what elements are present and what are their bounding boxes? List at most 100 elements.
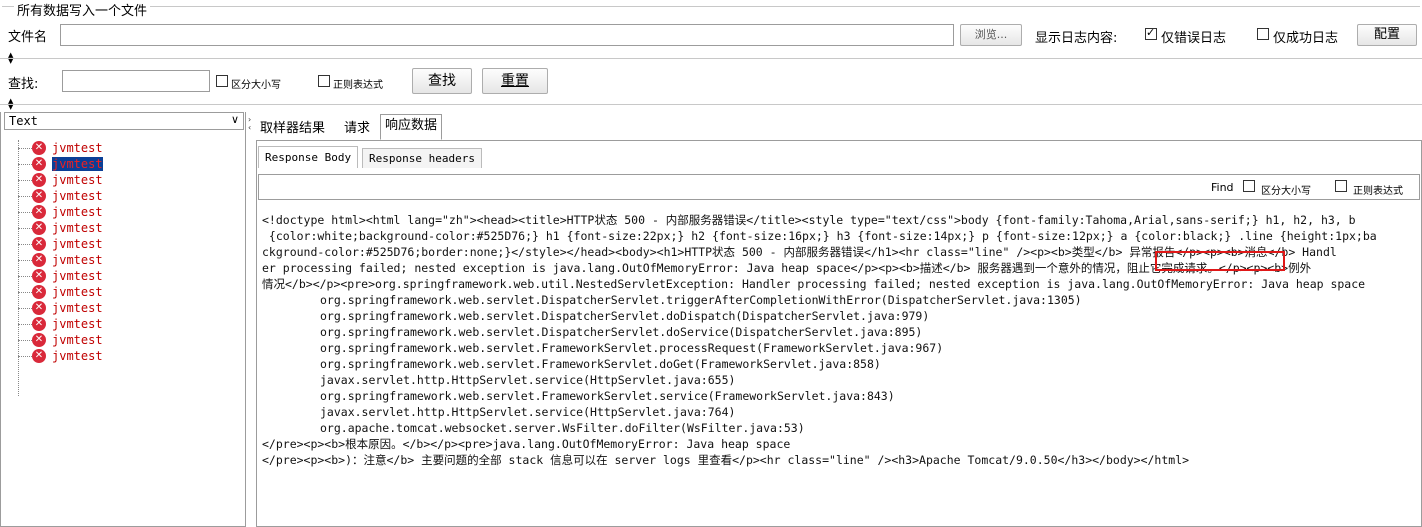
tree-item[interactable]: ✕ jvmtest (18, 156, 103, 172)
error-icon: ✕ (32, 173, 46, 187)
tree-item[interactable]: ✕ jvmtest (18, 140, 103, 156)
response-regex-checkbox[interactable] (1335, 180, 1347, 192)
tree-item-label: jvmtest (52, 301, 103, 315)
tree-item-label: jvmtest (52, 349, 103, 363)
tree-item[interactable]: ✕ jvmtest (18, 172, 103, 188)
tree-connector (18, 196, 32, 197)
error-icon: ✕ (32, 285, 46, 299)
divider (0, 58, 1422, 59)
tree-item[interactable]: ✕ jvmtest (18, 252, 103, 268)
search-regex-checkbox[interactable] (318, 75, 330, 87)
highlight-box (1155, 251, 1285, 271)
find-button[interactable]: 查找 (412, 68, 472, 94)
browse-button[interactable]: 浏览... (960, 24, 1022, 46)
response-find-input[interactable] (259, 175, 1205, 199)
response-line: org.springframework.web.servlet.Dispatch… (320, 293, 1082, 307)
tree-item-label: jvmtest (52, 285, 103, 299)
tree-connector (18, 180, 32, 181)
tree-item-label: jvmtest (52, 141, 103, 155)
response-line: </pre><p><b>根本原因。</b></p><pre>java.lang.… (262, 437, 791, 451)
search-case-checkbox[interactable] (216, 75, 228, 87)
tree-connector (18, 148, 32, 149)
error-icon: ✕ (32, 317, 46, 331)
tree-item[interactable]: ✕ jvmtest (18, 268, 103, 284)
search-input[interactable] (62, 70, 210, 92)
response-line: javax.servlet.http.HttpServlet.service(H… (320, 373, 736, 387)
tree-item-label: jvmtest (52, 317, 103, 331)
error-icon: ✕ (32, 301, 46, 315)
panel-splitter-handle[interactable]: › ‹ (248, 116, 251, 132)
tree-item-label: jvmtest (52, 269, 103, 283)
response-find-label: Find (1211, 181, 1234, 194)
tab-sampler-result[interactable]: 取样器结果 (256, 118, 329, 140)
tree-item-label: jvmtest (52, 221, 103, 235)
tree-connector (18, 340, 32, 341)
tree-item-label: jvmtest (52, 237, 103, 251)
tree-item[interactable]: ✕ jvmtest (18, 204, 103, 220)
success-only-checkbox[interactable] (1257, 28, 1269, 40)
response-line: org.springframework.web.servlet.Framewor… (320, 389, 895, 403)
tab-request[interactable]: 请求 (340, 118, 374, 140)
tree-item-label: jvmtest (52, 205, 103, 219)
error-icon: ✕ (32, 221, 46, 235)
tree-connector (18, 212, 32, 213)
response-line: org.springframework.web.servlet.Dispatch… (320, 309, 930, 323)
tree-item[interactable]: ✕ jvmtest (18, 316, 103, 332)
tree-connector (18, 244, 32, 245)
response-line: </pre><p><b>)：注意</b> 主要问题的全部 stack 信息可以在… (262, 453, 1190, 467)
response-line: {color:white;background-color:#525D76;} … (262, 229, 1377, 243)
search-regex-label: 正则表达式 (333, 80, 383, 91)
response-line: er processing failed; nested exception i… (262, 261, 1312, 275)
chevron-down-icon: ∨ (230, 113, 239, 126)
error-icon: ✕ (32, 237, 46, 251)
response-line: <!doctype html><html lang="zh"><head><ti… (262, 213, 1356, 227)
filename-label: 文件名 (8, 30, 48, 45)
log-content-label: 显示日志内容: (1035, 31, 1118, 46)
tab-response-data[interactable]: 响应数据 (380, 114, 443, 140)
success-only-label: 仅成功日志 (1273, 31, 1339, 46)
error-icon: ✕ (32, 189, 46, 203)
response-line: 情况</b></p><pre>org.springframework.web.u… (262, 277, 1366, 291)
tree-item[interactable]: ✕ jvmtest (18, 348, 103, 364)
error-icon: ✕ (32, 157, 46, 171)
tree-item[interactable]: ✕ jvmtest (18, 284, 103, 300)
tree-connector (18, 276, 32, 277)
file-group-title: 所有数据写入一个文件 (14, 0, 151, 19)
subtab-response-body[interactable]: Response Body (258, 146, 359, 168)
errors-only-label: 仅错误日志 (1161, 31, 1227, 46)
search-label: 查找: (8, 77, 39, 92)
errors-only-checkbox[interactable] (1145, 26, 1157, 40)
divider-2 (0, 104, 1422, 105)
tree-item-label: jvmtest (52, 333, 103, 347)
response-line: org.apache.tomcat.websocket.server.WsFil… (320, 421, 805, 435)
tree-item[interactable]: ✕ jvmtest (18, 188, 103, 204)
filename-input[interactable] (60, 24, 954, 46)
error-icon: ✕ (32, 253, 46, 267)
response-line: org.springframework.web.servlet.Dispatch… (320, 325, 923, 339)
tree-guide-line (18, 140, 19, 396)
tree-connector (18, 260, 32, 261)
error-icon: ✕ (32, 349, 46, 363)
response-regex-label: 正则表达式 (1353, 186, 1403, 197)
tree-connector (18, 164, 32, 165)
tree-connector (18, 292, 32, 293)
subtab-response-headers[interactable]: Response headers (362, 148, 482, 168)
tree-item-label: jvmtest (52, 157, 103, 171)
error-icon: ✕ (32, 269, 46, 283)
tree-connector (18, 308, 32, 309)
reset-button[interactable]: 重置 (482, 68, 548, 94)
response-case-checkbox[interactable] (1243, 180, 1255, 192)
error-icon: ✕ (32, 333, 46, 347)
tree-item[interactable]: ✕ jvmtest (18, 300, 103, 316)
search-case-label: 区分大小写 (231, 80, 281, 91)
configure-button[interactable]: 配置 (1357, 24, 1417, 46)
renderer-select[interactable]: Text ∨ (4, 112, 244, 130)
tree-item[interactable]: ✕ jvmtest (18, 220, 103, 236)
response-line: org.springframework.web.servlet.Framewor… (320, 357, 881, 371)
response-line: org.springframework.web.servlet.Framewor… (320, 341, 944, 355)
tree-connector (18, 356, 32, 357)
tree-connector (18, 324, 32, 325)
tree-item[interactable]: ✕ jvmtest (18, 332, 103, 348)
tree-item[interactable]: ✕ jvmtest (18, 236, 103, 252)
response-line: javax.servlet.http.HttpServlet.service(H… (320, 405, 736, 419)
